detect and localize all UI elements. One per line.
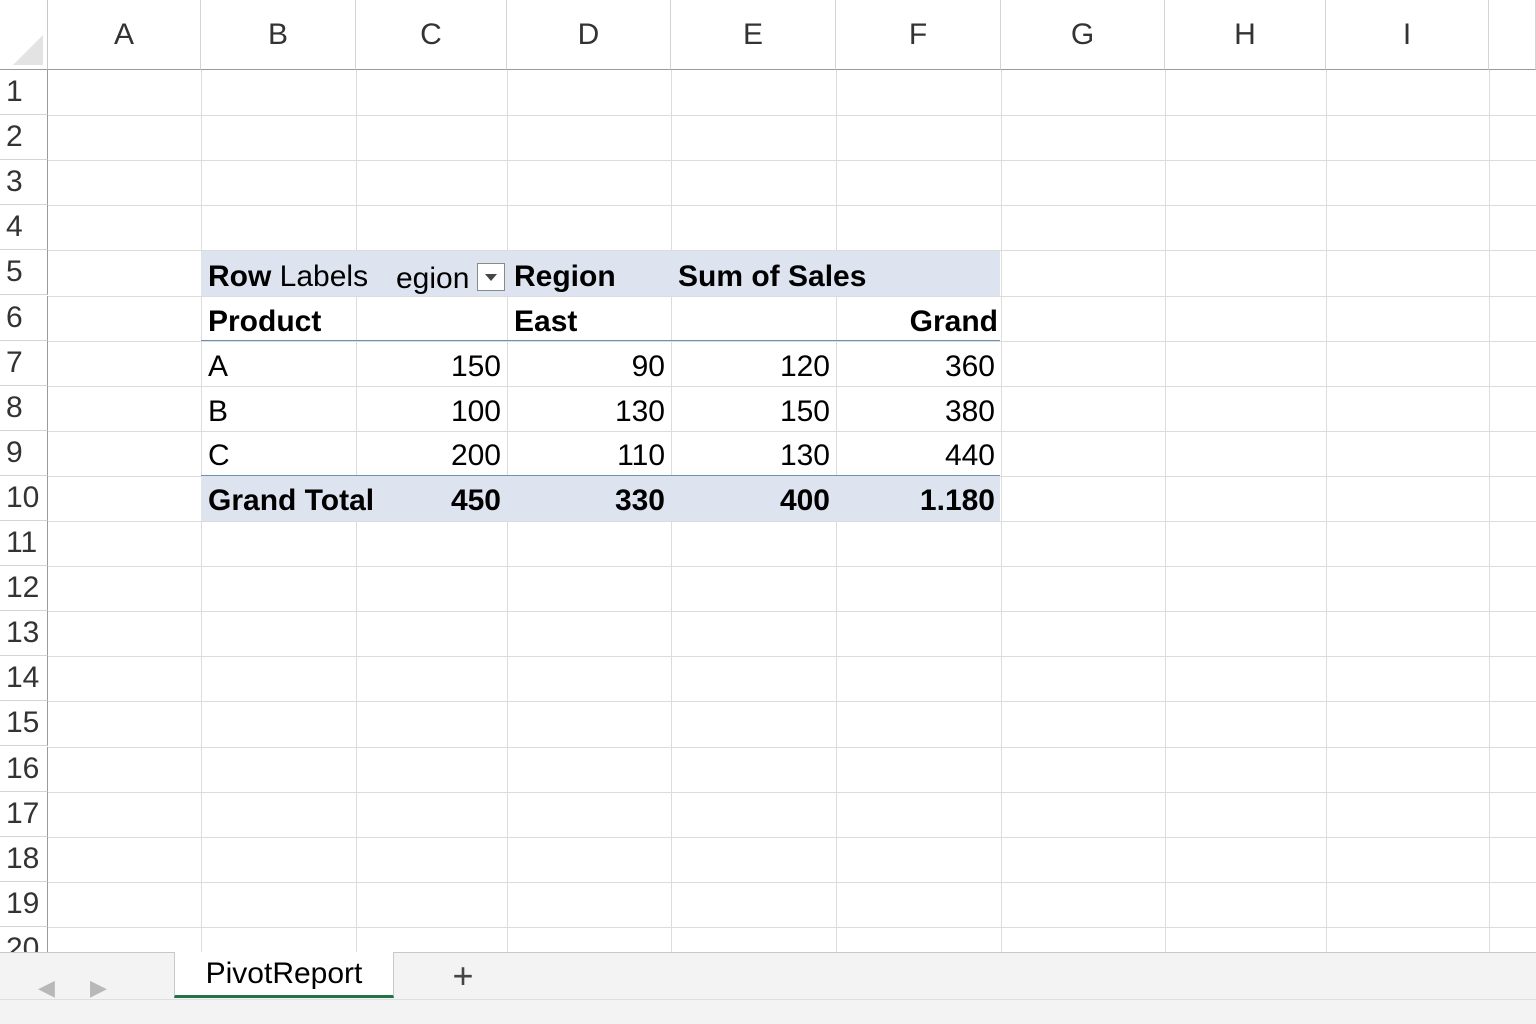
vertical-gridline <box>1326 70 1327 952</box>
column-header-partial[interactable] <box>1489 0 1536 70</box>
add-sheet-button[interactable]: + <box>446 955 480 996</box>
row-header-18[interactable]: 18 <box>0 836 48 882</box>
sheet-tab-bar: ◀ ▶ PivotReport + <box>0 952 1536 1024</box>
pivot-value-cell[interactable]: 90 <box>507 344 671 389</box>
pivot-row-total-cell[interactable]: 360 <box>836 344 1001 389</box>
row-header-10[interactable]: 10 <box>0 475 48 521</box>
vertical-gridline <box>1001 70 1002 952</box>
pivot-row-total-cell[interactable]: 440 <box>836 433 1001 478</box>
scroll-left-icon[interactable]: ◀ <box>38 975 55 1001</box>
pivot-grand-total-cell[interactable]: 330 <box>507 478 671 523</box>
column-header-d[interactable]: D <box>507 0 671 70</box>
row-header-14[interactable]: 14 <box>0 656 48 702</box>
pivot-value-cell[interactable]: 200 <box>356 433 507 478</box>
worksheet-grid[interactable]: ABCDEFGHI 1 2 3 4 5 6 7 8 9 10 11 12 13 14 15 16 17 18 19 2… <box>0 0 1536 952</box>
vertical-gridline <box>1489 70 1490 952</box>
row-header-20[interactable]: 20 <box>0 926 48 952</box>
row-header-7[interactable]: 7 <box>0 340 48 386</box>
row-header-2[interactable]: 2 <box>0 115 48 161</box>
row-header-9[interactable]: 9 <box>0 430 48 476</box>
horizontal-gridline <box>48 115 1536 116</box>
select-all-triangle-icon <box>13 35 43 65</box>
column-header-e[interactable]: E <box>671 0 836 70</box>
scroll-right-icon[interactable]: ▶ <box>90 975 107 1001</box>
horizontal-gridline <box>48 882 1536 883</box>
horizontal-gridline <box>48 611 1536 612</box>
pivot-row-label[interactable]: A <box>201 344 356 389</box>
status-bar-divider <box>0 999 1536 1000</box>
pivot-grand-total-cell[interactable]: 1.180 <box>836 478 1001 523</box>
pivot-grand-total-cell[interactable]: 450 <box>356 478 507 523</box>
pivot-value-cell[interactable]: 130 <box>507 389 671 434</box>
pivot-region-header[interactable]: Region <box>507 254 671 299</box>
select-all-button[interactable] <box>0 0 48 70</box>
horizontal-gridline <box>48 205 1536 206</box>
pivot-row-label[interactable]: C <box>201 433 356 478</box>
row-labels-text: Labels <box>279 260 369 293</box>
vertical-gridline <box>1165 70 1166 952</box>
row-header-15[interactable]: 15 <box>0 701 48 747</box>
pivot-row-label[interactable]: B <box>201 389 356 434</box>
row-labels-bold: Row <box>208 260 272 293</box>
column-header-a[interactable]: A <box>48 0 201 70</box>
pivot-value-cell[interactable]: 100 <box>356 389 507 434</box>
pivot-value-cell[interactable]: 130 <box>671 433 836 478</box>
row-header-16[interactable]: 16 <box>0 746 48 792</box>
pivot-east-header[interactable]: East <box>507 299 671 344</box>
row-header-13[interactable]: 13 <box>0 611 48 657</box>
row-header-17[interactable]: 17 <box>0 791 48 837</box>
pivot-value-cell[interactable]: 150 <box>671 389 836 434</box>
pivot-value-cell[interactable]: 120 <box>671 344 836 389</box>
column-header-h[interactable]: H <box>1165 0 1326 70</box>
row-header-11[interactable]: 11 <box>0 521 48 567</box>
column-header-f[interactable]: F <box>836 0 1001 70</box>
horizontal-gridline <box>48 792 1536 793</box>
column-header-g[interactable]: G <box>1001 0 1165 70</box>
row-header-3[interactable]: 3 <box>0 160 48 206</box>
pivot-value-cell[interactable]: 150 <box>356 344 507 389</box>
column-header-b[interactable]: B <box>201 0 356 70</box>
pivot-product-header[interactable]: Product <box>201 299 356 344</box>
horizontal-gridline <box>48 160 1536 161</box>
row-header-1[interactable]: 1 <box>0 70 48 116</box>
pivot-grand-header[interactable]: Grand <box>836 299 1001 344</box>
horizontal-gridline <box>48 747 1536 748</box>
column-header-c[interactable]: C <box>356 0 507 70</box>
pivot-grand-total-cell[interactable]: 400 <box>671 478 836 523</box>
horizontal-gridline <box>48 837 1536 838</box>
pivot-region-filter-label: egion <box>396 262 470 295</box>
row-header-4[interactable]: 4 <box>0 205 48 251</box>
row-header-5[interactable]: 5 <box>0 250 48 296</box>
row-header-8[interactable]: 8 <box>0 385 48 431</box>
dropdown-arrow-icon <box>485 273 497 281</box>
row-header-6[interactable]: 6 <box>0 295 48 341</box>
pivot-row-total-cell[interactable]: 380 <box>836 389 1001 434</box>
region-filter-dropdown[interactable] <box>477 263 505 291</box>
row-header-19[interactable]: 19 <box>0 881 48 927</box>
horizontal-gridline <box>48 701 1536 702</box>
pivot-sum-of-sales-header[interactable]: Sum of Sales <box>671 254 931 299</box>
horizontal-gridline <box>48 927 1536 928</box>
pivot-row-labels-cell[interactable]: Row Labels <box>201 254 401 299</box>
sheet-tab-pivotreport[interactable]: PivotReport <box>174 952 394 998</box>
horizontal-gridline <box>48 656 1536 657</box>
pivot-value-cell[interactable]: 110 <box>507 433 671 478</box>
horizontal-gridline <box>48 566 1536 567</box>
row-header-12[interactable]: 12 <box>0 566 48 612</box>
column-header-i[interactable]: I <box>1326 0 1489 70</box>
